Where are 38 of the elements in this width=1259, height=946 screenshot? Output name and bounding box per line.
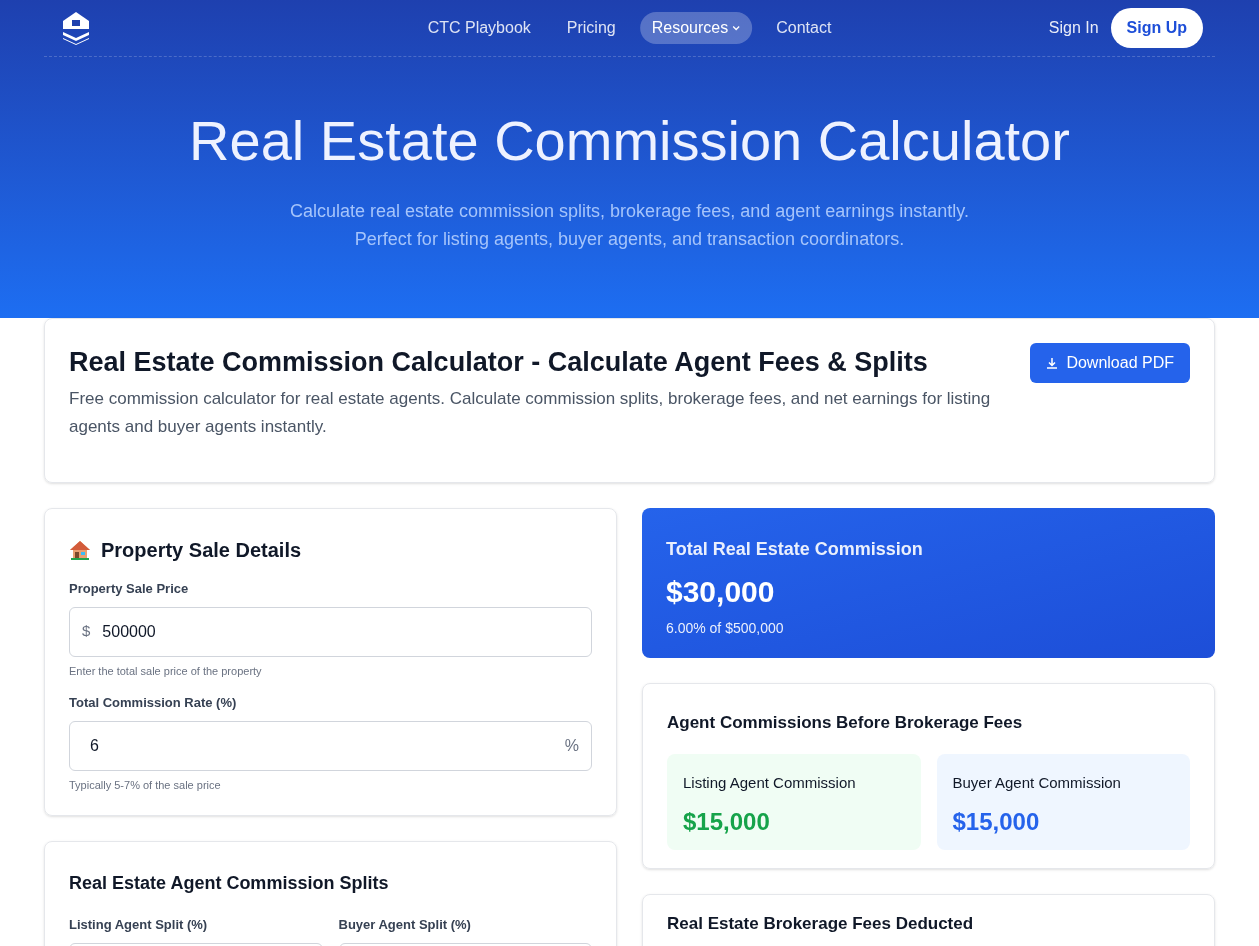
field-label: Total Commission Rate (%) (69, 694, 238, 712)
card-title: Agent Commissions Before Brokerage Fees (667, 712, 1024, 734)
download-pdf-button[interactable]: Download PDF (1030, 343, 1190, 383)
sign-in-link[interactable]: Sign In (1048, 16, 1099, 40)
input-value: 6 (89, 735, 100, 756)
card-title: Real Estate Brokerage Fees Deducted (667, 913, 975, 935)
nav-link[interactable]: Pricing (554, 12, 628, 44)
hero-subtitle: Perfect for listing agents, buyer agents, and transaction coordinators. (354, 228, 905, 251)
percent-suffix: % (564, 735, 579, 756)
tile-amount: $15,000 (952, 807, 1041, 837)
nav-link[interactable]: Resources (639, 12, 753, 44)
card-title: Total Real Estate Commission (666, 538, 924, 561)
house-logo-icon[interactable] (62, 11, 90, 45)
field-label: Listing Agent Split (%) (69, 916, 209, 934)
nav-link[interactable]: Contact (764, 12, 844, 44)
tile-amount: $15,000 (683, 807, 771, 837)
sign-up-button[interactable]: Sign Up (1110, 8, 1203, 48)
field-hint: Enter the total sale price of the property (69, 663, 263, 679)
total-amount: $30,000 (666, 574, 776, 610)
currency-prefix: $ (82, 621, 91, 642)
field-label: Property Sale Price (69, 580, 190, 598)
intro-description: Free commission calculator for real estate agents. Calculate commission splits, brokerage fees, and net earnings for listing agents and buyer agents instantly. (69, 388, 992, 438)
intro-title: Real Estate Commission Calculator - Calculate Agent Fees & Splits (69, 346, 929, 379)
field-hint: Typically 5-7% of the sale price (69, 777, 222, 793)
download-icon (1046, 357, 1059, 369)
tile-label: Listing Agent Commission (683, 772, 857, 793)
input-field[interactable]: 6 % (69, 720, 592, 771)
field-label: Buyer Agent Split (%) (338, 916, 472, 934)
house-icon (69, 539, 91, 561)
input-value: 500000 (102, 621, 157, 642)
input-field[interactable]: $ 500000 (69, 606, 592, 657)
card-title: Real Estate Agent Commission Splits (69, 872, 390, 895)
hero-title: Real Estate Commission Calculator (188, 108, 1071, 174)
hero-subtitle: Calculate real estate commission splits, brokerage fees, and agent earnings instantly. (290, 200, 969, 223)
card-title: Property Sale Details (101, 538, 302, 563)
nav-link[interactable]: CTC Playbook (415, 12, 543, 44)
tile-label: Buyer Agent Commission (952, 772, 1122, 793)
total-detail: 6.00% of $500,000 (666, 619, 785, 638)
